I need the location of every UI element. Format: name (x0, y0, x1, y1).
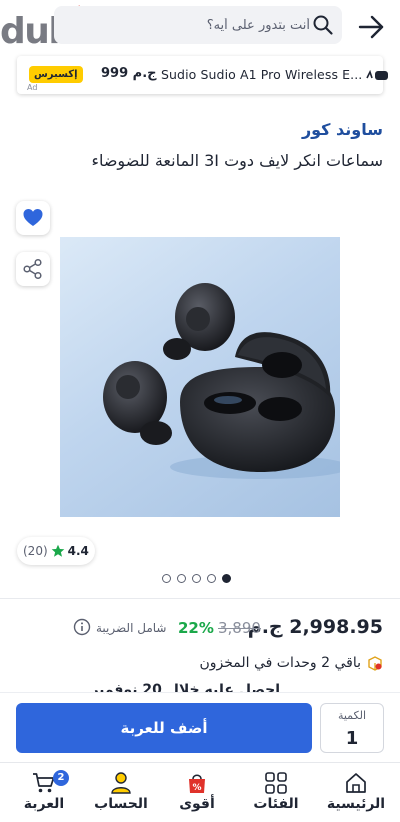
nav-home[interactable]: الرئيسية (318, 767, 394, 821)
product-title: سماعات انكر لايف دوت 3I المانعة للضوضاء (91, 151, 383, 170)
nav-deals[interactable]: % أقوى (159, 767, 235, 821)
carousel-dot[interactable] (162, 574, 171, 583)
nav-categories[interactable]: الفئات (238, 767, 314, 821)
nav-cart[interactable]: 2 العربة (6, 767, 82, 821)
deals-bag-icon: % (189, 774, 205, 793)
rating-score: 4.4 (67, 544, 89, 558)
heart-icon (23, 209, 43, 226)
stock-box-icon (368, 656, 382, 671)
rating-count: (20) (23, 544, 48, 558)
header: dubizzle (0, 0, 400, 56)
quantity-selector[interactable]: الكمية 1 (320, 703, 384, 753)
nav-categories-label: الفئات (253, 796, 299, 812)
categories-grid-icon (265, 772, 287, 794)
quantity-label: الكمية (337, 709, 367, 722)
carousel-dot[interactable] (177, 574, 186, 583)
account-icon (111, 772, 131, 794)
ad-label: Ad (27, 83, 38, 92)
discount-percent: 22% (178, 619, 214, 637)
tax-note: شامل الضريبة (96, 621, 167, 635)
star-icon (51, 544, 64, 557)
wishlist-button[interactable] (16, 201, 50, 235)
add-to-cart-button[interactable]: أضف للعربة (16, 703, 312, 753)
image-carousel-dots (162, 574, 231, 583)
nav-account-label: الحساب (94, 796, 148, 812)
sponsored-price: 999 ج.م (101, 66, 157, 81)
carousel-dot[interactable] (222, 574, 231, 583)
search-box[interactable] (54, 6, 342, 44)
current-price: 2,998.95 ج.م (247, 616, 383, 638)
search-input[interactable] (110, 6, 310, 44)
home-icon (346, 773, 366, 793)
nav-account[interactable]: الحساب (83, 767, 159, 821)
carousel-dot[interactable] (192, 574, 201, 583)
express-badge: إكسبرس (29, 66, 83, 83)
earbuds-product-photo (103, 283, 340, 479)
search-icon[interactable] (312, 14, 334, 36)
divider (0, 598, 400, 599)
nav-cart-label: العربة (23, 796, 65, 812)
share-button[interactable] (16, 252, 50, 286)
seller-name[interactable]: ساوند كور (302, 120, 383, 139)
nav-home-label: الرئيسية (326, 796, 386, 812)
stock-row: باقي 2 وحدات في المخزون (199, 655, 383, 671)
quantity-value: 1 (345, 728, 359, 749)
back-arrow-icon[interactable] (354, 12, 388, 42)
share-icon (23, 258, 42, 280)
carousel-dot[interactable] (207, 574, 216, 583)
nav-deals-label: أقوى (179, 796, 215, 812)
info-icon[interactable] (73, 618, 91, 636)
original-price: 3,890 (218, 619, 261, 637)
cart-count-badge: 2 (53, 770, 69, 786)
sponsored-product-bar[interactable]: إكسبرس Ad 999 ج.م Sudio Sudio A1 Pro Wir… (17, 56, 388, 94)
sponsored-title: Sudio Sudio A1 Pro Wireless E... (161, 67, 363, 82)
bottom-navigation: 2 العربة الحساب % أقوى الفئات الرئيسية (0, 762, 400, 822)
stock-text: باقي 2 وحدات في المخزون (199, 655, 361, 671)
svg-text:%: % (192, 783, 201, 793)
earbuds-thumbnail-icon (366, 69, 388, 80)
rating-pill[interactable]: (20) 4.4 (17, 537, 95, 565)
product-image[interactable] (60, 237, 340, 517)
delivery-text: احصل عليه خلال 20 نوفمبر (90, 682, 280, 692)
